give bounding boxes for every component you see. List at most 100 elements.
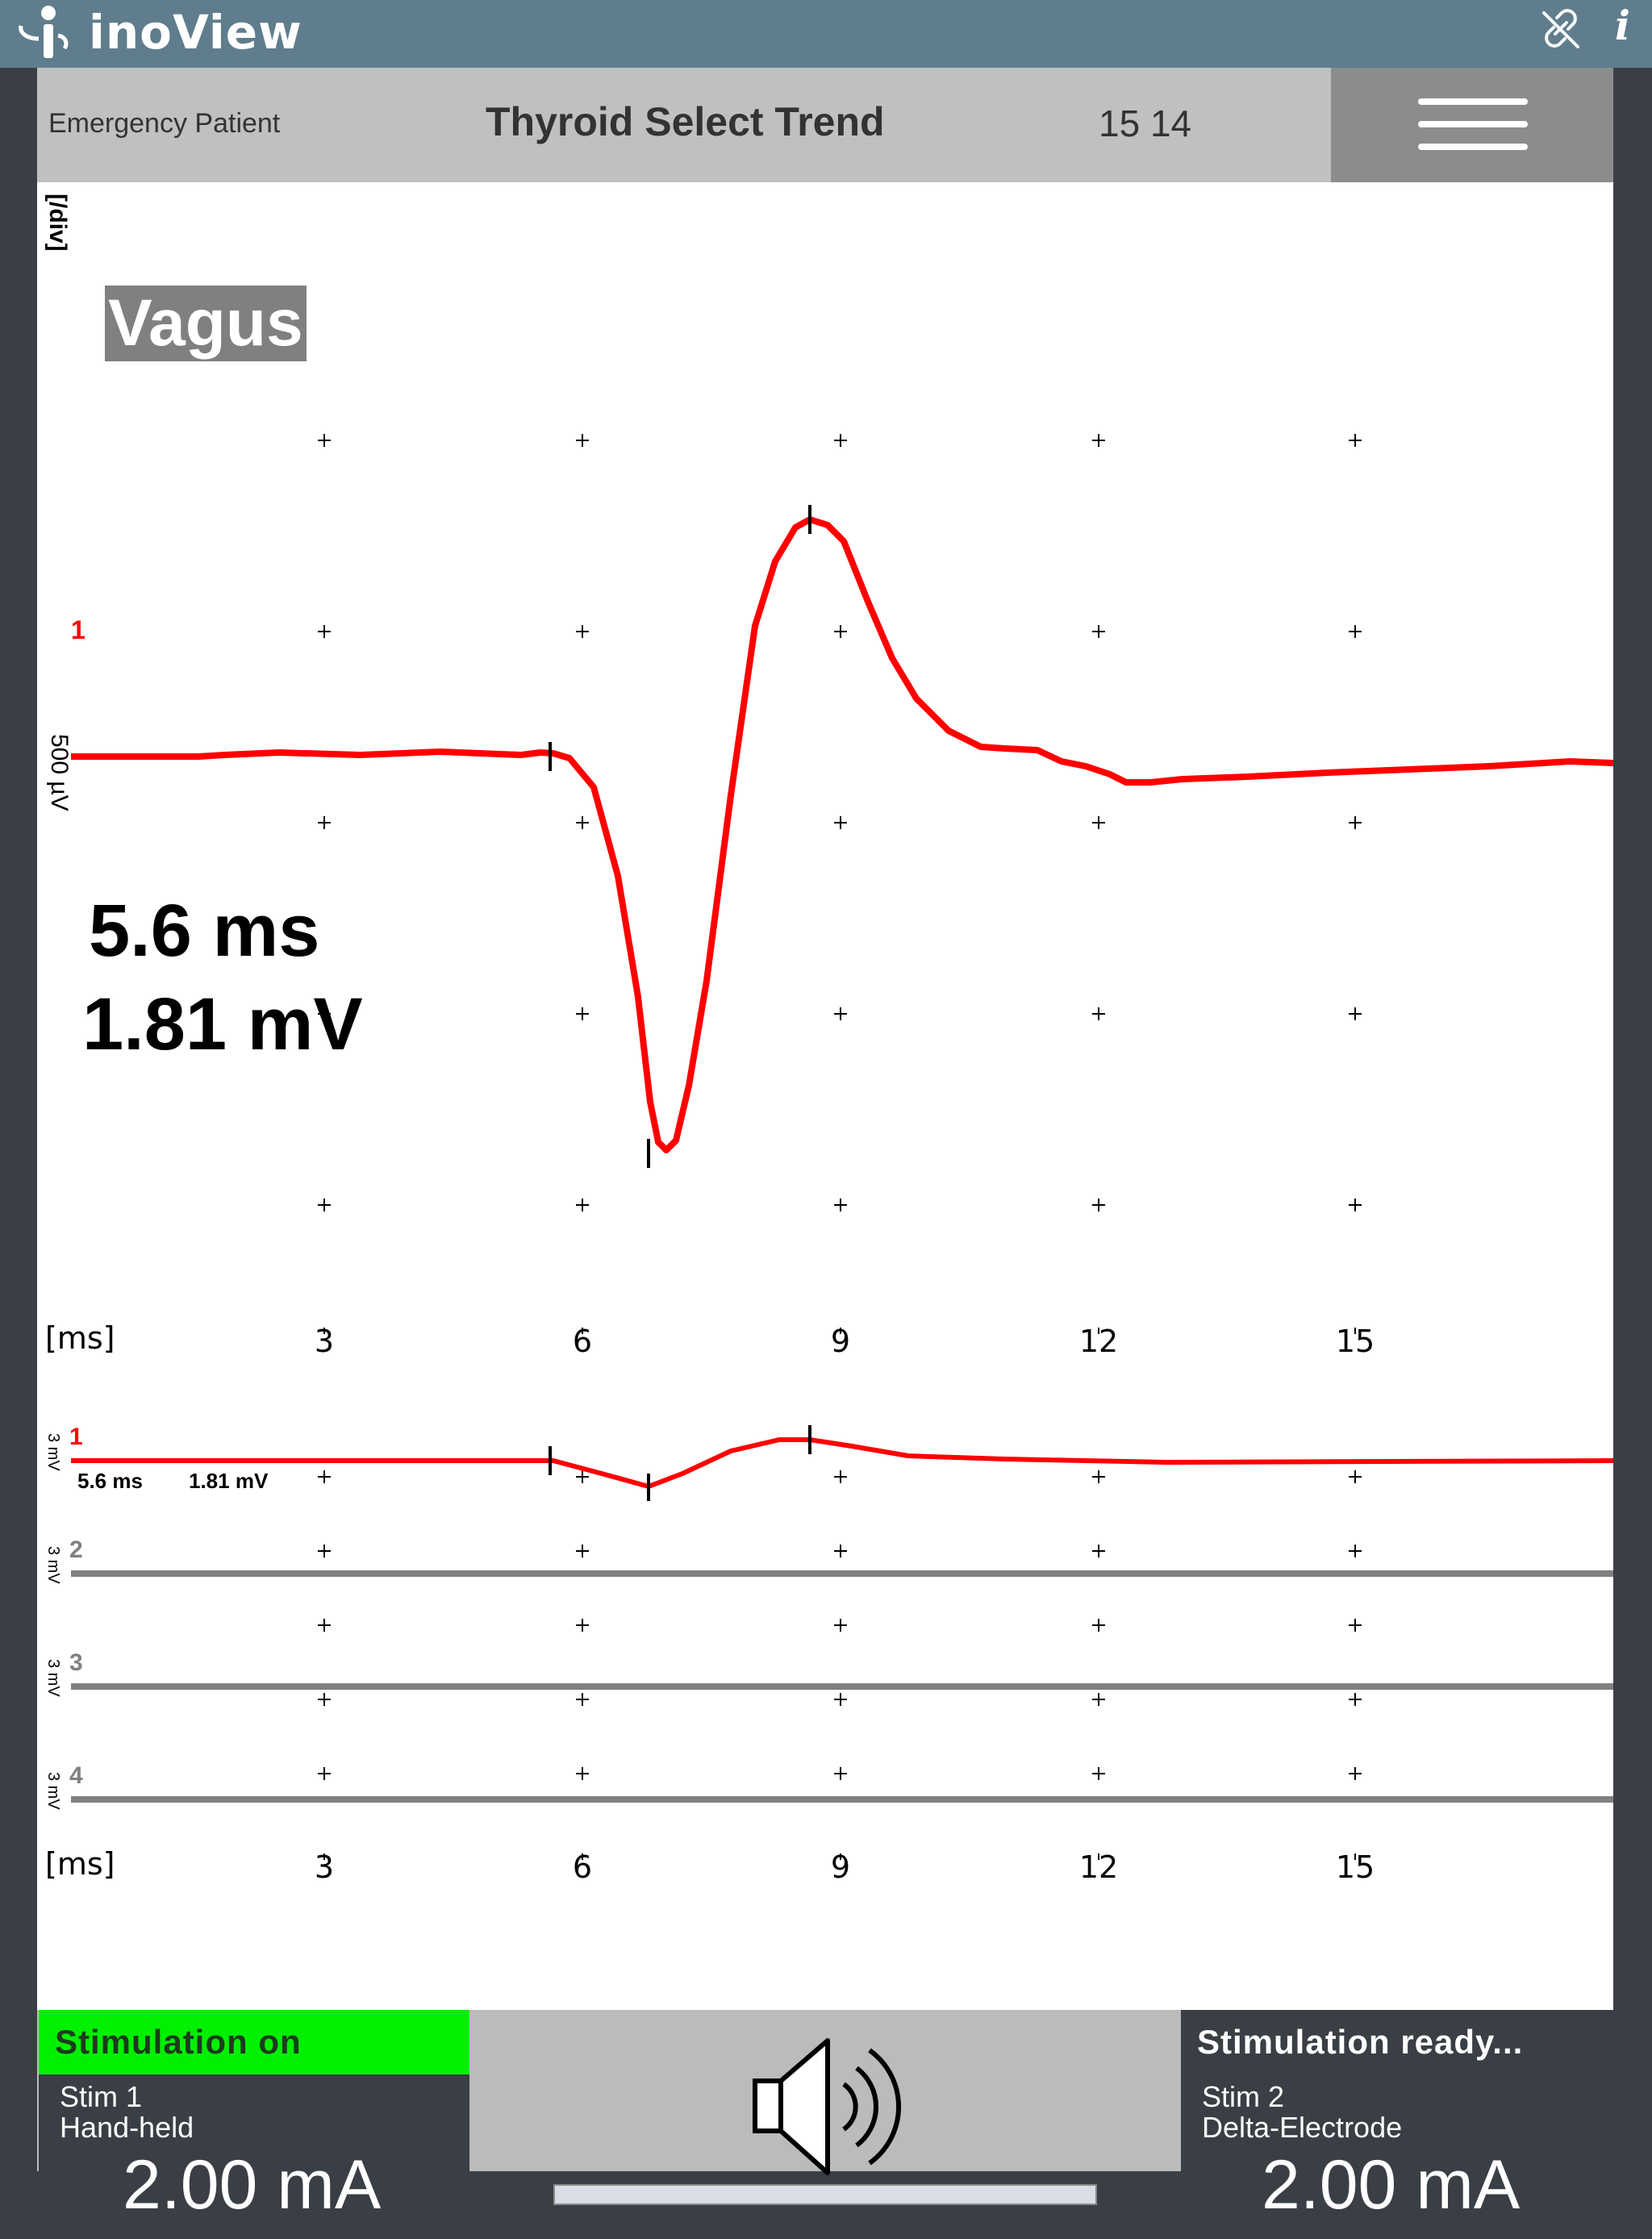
trend-channel-number: 4 <box>69 1762 83 1789</box>
nerve-label: Vagus <box>105 286 307 361</box>
waveform-area: [/div] 500 µV 1 [ms] 3 6 9 12 15 3 mV 1 5.6 ms… <box>37 182 1613 2010</box>
grid-mark <box>576 816 589 829</box>
elapsed-time: 15 14 <box>1099 102 1192 144</box>
trend-x-tick-label: 3 <box>315 1849 334 1885</box>
trend-trace-channel-1 <box>71 1437 1613 1489</box>
grid-mark <box>834 816 847 829</box>
footer-bar: Stimulation on Stim 1 Hand-held 2.00 mA … <box>37 2010 1613 2239</box>
grid-mark <box>1349 816 1362 829</box>
title-bar: inoView i <box>0 0 1652 68</box>
latency-value: 5.6 ms <box>89 890 320 972</box>
trend-grid-mark <box>318 1470 331 1483</box>
trend-channel-scale: 3 mV <box>44 1772 62 1810</box>
grid-mark <box>318 1199 331 1211</box>
trend-x-unit-label: [ms] <box>45 1846 115 1882</box>
trend-grid-mark <box>576 1693 589 1706</box>
trend-channel-number: 2 <box>69 1536 83 1563</box>
trend-grid-mark <box>834 1470 847 1483</box>
stim-2-name: Stim 2 <box>1202 2080 1285 2113</box>
grid-mark <box>318 816 331 829</box>
trend-grid-mark <box>318 1693 331 1706</box>
amplitude-value: 1.81 mV <box>82 983 363 1065</box>
trend-grid-mark <box>576 1545 589 1557</box>
trend-grid-mark <box>834 1619 847 1632</box>
device-screen: Emergency Patient Thyroid Select Trend 1… <box>37 68 1613 2239</box>
x-tick-label: 12 <box>1079 1324 1118 1359</box>
trend-grid-mark <box>318 1767 331 1780</box>
stim-2-current: 2.00 mA <box>1262 2146 1521 2224</box>
grid-mark <box>318 434 331 447</box>
trend-channel-scale: 3 mV <box>44 1433 62 1471</box>
trend-x-tick-label: 12 <box>1079 1849 1118 1885</box>
stim-1-status-badge: Stimulation on <box>39 2010 469 2074</box>
trend-grid-mark <box>1092 1767 1105 1780</box>
stim-1-status-text: Stimulation on <box>55 2023 302 2061</box>
trend-x-tick-label: 9 <box>831 1849 850 1885</box>
grid-mark <box>576 1007 589 1020</box>
trend-grid-mark <box>1349 1619 1362 1632</box>
trend-x-tick-label: 6 <box>573 1849 592 1885</box>
trend-x-tick-label: 15 <box>1336 1849 1375 1885</box>
grid-mark <box>1092 1007 1105 1020</box>
trend-grid-mark <box>1092 1619 1105 1632</box>
trend-grid-mark <box>576 1619 589 1632</box>
test-name: Thyroid Select Trend <box>486 99 885 144</box>
channel-1-number: 1 <box>71 615 86 644</box>
info-icon[interactable]: i <box>1615 2 1630 49</box>
menu-icon <box>1418 121 1528 127</box>
grid-mark <box>834 625 847 638</box>
trend-grid-mark <box>1349 1693 1362 1706</box>
x-tick-label: 15 <box>1336 1324 1375 1359</box>
trend-grid-mark <box>1092 1470 1105 1483</box>
x-tick-label: 6 <box>573 1324 592 1359</box>
stim-2-status-text: Stimulation ready... <box>1197 2023 1524 2061</box>
menu-icon <box>1418 144 1528 150</box>
grid-mark <box>1349 625 1362 638</box>
x-unit-label: [ms] <box>45 1320 115 1356</box>
trend-channel-scale: 3 mV <box>44 1659 62 1697</box>
x-tick-label: 9 <box>831 1324 850 1359</box>
trend-channel-number: 1 <box>69 1424 83 1450</box>
scale-value-label: 500 µV <box>46 734 73 811</box>
menu-button[interactable] <box>1331 68 1613 182</box>
trend-channel-scale: 3 mV <box>44 1546 62 1584</box>
trend-grid-mark <box>1349 1545 1362 1557</box>
trend-grid-mark <box>834 1767 847 1780</box>
trend-latency: 5.6 ms <box>77 1469 143 1493</box>
stim-1-electrode: Hand-held <box>60 2111 194 2144</box>
trend-grid-mark <box>318 1619 331 1632</box>
trend-grid-mark <box>1092 1545 1105 1557</box>
grid-mark <box>576 1199 589 1211</box>
trend-grid-mark <box>1092 1693 1105 1706</box>
grid-mark <box>834 434 847 447</box>
trend-channel-number: 3 <box>69 1649 83 1676</box>
trend-grid-mark <box>576 1470 589 1483</box>
trend-grid-mark <box>1349 1767 1362 1780</box>
inomed-logo-icon <box>19 6 69 58</box>
stim-1-panel[interactable]: Stimulation on Stim 1 Hand-held 2.00 mA <box>39 2010 469 2239</box>
trend-grid-mark <box>834 1545 847 1557</box>
volume-slider[interactable] <box>553 2184 1097 2205</box>
trend-grid-mark <box>576 1767 589 1780</box>
menu-icon <box>1418 98 1528 105</box>
header-bar: Emergency Patient Thyroid Select Trend 1… <box>37 68 1331 182</box>
stim-2-panel[interactable]: Stimulation ready... Stim 2 Delta-Electr… <box>1181 2010 1613 2239</box>
trend-grid-mark <box>834 1693 847 1706</box>
grid-mark <box>834 1199 847 1211</box>
grid-mark <box>318 625 331 638</box>
grid-mark <box>834 1007 847 1020</box>
grid-mark <box>1349 1199 1362 1211</box>
link-off-icon[interactable] <box>1539 6 1583 50</box>
grid-mark <box>1092 816 1105 829</box>
stim-2-electrode: Delta-Electrode <box>1202 2111 1403 2144</box>
stim-1-current: 2.00 mA <box>123 2146 382 2224</box>
grid-mark <box>576 434 589 447</box>
grid-mark <box>1092 434 1105 447</box>
grid-mark <box>1349 434 1362 447</box>
grid-mark <box>1349 1007 1362 1020</box>
trend-amplitude: 1.81 mV <box>189 1469 269 1493</box>
speaker-icon[interactable] <box>747 2034 908 2179</box>
patient-name: Emergency Patient <box>48 108 281 139</box>
app-title: inoView <box>89 5 302 60</box>
x-tick-label: 3 <box>315 1324 334 1359</box>
